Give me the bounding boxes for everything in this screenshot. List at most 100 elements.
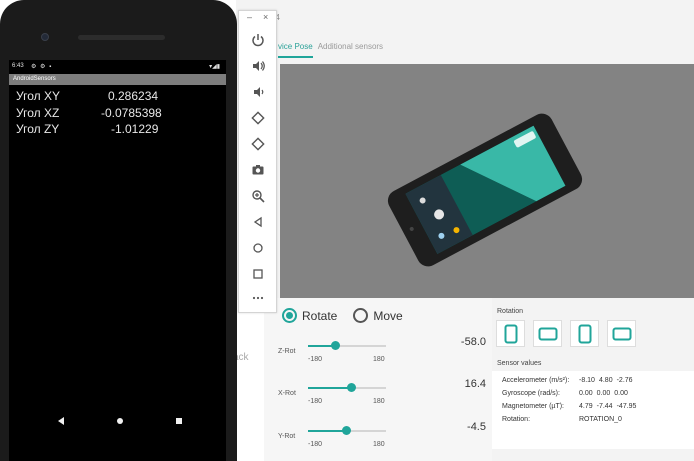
emulator-toolbar: – ×	[238, 10, 277, 313]
back-triangle-icon	[253, 216, 262, 228]
more-dots-icon	[252, 296, 264, 300]
sensor-row-gyroscope: Gyroscope (rad/s): 0.00 0.00 0.00	[502, 390, 632, 397]
sensor-value: 0.00	[614, 390, 628, 397]
device-pose-viewport[interactable]	[280, 64, 694, 298]
rotate-right-icon	[251, 137, 265, 151]
sensor-value: -7.44	[596, 403, 613, 410]
screen-root: 5554 ack vice Pose Additional sensors	[0, 0, 694, 461]
rotate-radio[interactable]	[282, 308, 297, 323]
rotate-reverse-portrait-button[interactable]	[570, 320, 599, 347]
volume-down-button[interactable]	[248, 82, 268, 102]
sensor-row-magnetometer: Magnetometer (µT): 4.79 -7.44 -47.95	[502, 403, 640, 410]
volume-down-icon	[254, 87, 264, 97]
rotate-reverse-landscape-button[interactable]	[607, 320, 636, 347]
z-rot-min: -180	[308, 356, 323, 363]
signal-battery-icons: ▾◢▮	[209, 64, 220, 70]
front-camera	[41, 33, 49, 41]
y-rot-min: -180	[308, 441, 323, 448]
reading-value-zy: -1.01229	[111, 122, 159, 136]
mode-selector: Rotate Move	[282, 308, 419, 323]
rotate-landscape-button[interactable]	[533, 320, 562, 347]
z-rot-track[interactable]	[308, 341, 386, 350]
move-label[interactable]: Move	[373, 309, 402, 323]
camera-icon	[252, 165, 264, 175]
sensor-name: Rotation:	[502, 416, 531, 423]
app-bar-title: AndroidSensors	[9, 74, 226, 85]
x-rot-max: 180	[373, 398, 385, 405]
y-rot-slider-row: Y-Rot -180 180 -4.5	[278, 421, 486, 461]
y-rot-value: -4.5	[467, 421, 486, 433]
zoom-in-icon	[252, 190, 265, 203]
status-bar: 6:43 ⚙ ⚙ ▪ ▾◢▮	[9, 60, 226, 73]
landscape-icon	[538, 327, 557, 340]
close-button[interactable]: ×	[263, 12, 268, 22]
z-rot-value: -58.0	[460, 336, 486, 348]
sensor-value: 4.80	[598, 377, 613, 384]
volume-up-button[interactable]	[248, 56, 268, 76]
status-time: 6:43	[12, 63, 24, 69]
sensor-values-heading: Sensor values	[497, 360, 542, 367]
phone-speaker	[78, 35, 165, 40]
more-button[interactable]	[248, 288, 268, 308]
y-rot-track[interactable]	[308, 426, 386, 435]
y-rot-max: 180	[373, 441, 385, 448]
rotation-heading: Rotation	[497, 308, 524, 315]
rotate-left-button[interactable]	[248, 108, 268, 128]
z-rot-thumb[interactable]	[330, 341, 340, 350]
tab-bar: vice Pose Additional sensors	[278, 40, 383, 60]
window-side-strip	[236, 300, 264, 461]
nav-recents-icon[interactable]	[176, 418, 182, 424]
tab-additional-sensors[interactable]: Additional sensors	[318, 40, 383, 60]
screenshot-button[interactable]	[248, 160, 268, 180]
x-rot-track[interactable]	[308, 383, 386, 392]
minimize-button[interactable]: –	[247, 12, 252, 22]
reading-value-xz: -0.0785398	[101, 106, 162, 120]
sensor-value: 4.79	[579, 403, 593, 410]
power-icon	[252, 34, 264, 47]
reading-value-xy: 0.286234	[108, 89, 159, 103]
back-button[interactable]	[248, 212, 268, 232]
x-rot-label: X-Rot	[278, 390, 296, 397]
x-rot-value: 16.4	[464, 378, 486, 390]
x-rot-fill	[308, 387, 351, 389]
x-rot-thumb[interactable]	[346, 383, 356, 392]
reverse-landscape-icon	[612, 327, 631, 340]
volume-up-icon	[253, 61, 265, 71]
rotate-left-icon	[251, 111, 265, 125]
y-rot-thumb[interactable]	[342, 426, 352, 435]
portrait-icon	[504, 324, 517, 343]
power-button[interactable]	[248, 30, 268, 50]
rotate-right-button[interactable]	[248, 134, 268, 154]
zoom-button[interactable]	[248, 186, 268, 206]
sensor-value: -8.10	[579, 377, 595, 384]
rotate-portrait-button[interactable]	[496, 320, 525, 347]
sensor-row-accelerometer: Accelerometer (m/s²): -8.10 4.80 -2.76	[502, 377, 637, 384]
nav-back-icon[interactable]	[58, 417, 64, 425]
reverse-portrait-icon	[578, 324, 591, 343]
tab-virtual-sensors-device-pose[interactable]: vice Pose	[278, 40, 313, 58]
sensor-value: -2.76	[616, 377, 633, 384]
home-button[interactable]	[248, 238, 268, 258]
sensor-name: Accelerometer (m/s²):	[502, 377, 570, 384]
emulator-phone: 6:43 ⚙ ⚙ ▪ ▾◢▮ AndroidSensors Угол XY 0.…	[0, 0, 237, 461]
rotate-label[interactable]: Rotate	[302, 309, 337, 323]
reading-label-xy: Угол XY	[16, 89, 60, 103]
x-rot-slider-row: X-Rot -180 180 16.4	[278, 378, 486, 418]
overview-button[interactable]	[248, 264, 268, 284]
sensor-value: -47.95	[616, 403, 637, 410]
sensor-value: 0.00	[596, 390, 611, 397]
toolbar-titlebar: – ×	[239, 11, 276, 27]
sensor-row-rotation: Rotation: ROTATION_0	[502, 416, 626, 423]
phone-screen[interactable]: 6:43 ⚙ ⚙ ▪ ▾◢▮ AndroidSensors Угол XY 0.…	[9, 60, 226, 461]
overview-square-icon	[253, 269, 263, 279]
reading-label-xz: Угол XZ	[16, 106, 60, 120]
sensor-value: ROTATION_0	[579, 416, 622, 423]
nav-home-icon[interactable]	[117, 418, 123, 424]
move-radio[interactable]	[353, 308, 369, 323]
y-rot-label: Y-Rot	[278, 433, 296, 440]
x-rot-min: -180	[308, 398, 323, 405]
sensor-value: 0.00	[579, 390, 593, 397]
z-rot-slider-row: Z-Rot -180 180 -58.0	[278, 336, 486, 376]
rotated-phone-model	[387, 113, 583, 267]
z-rot-max: 180	[373, 356, 385, 363]
